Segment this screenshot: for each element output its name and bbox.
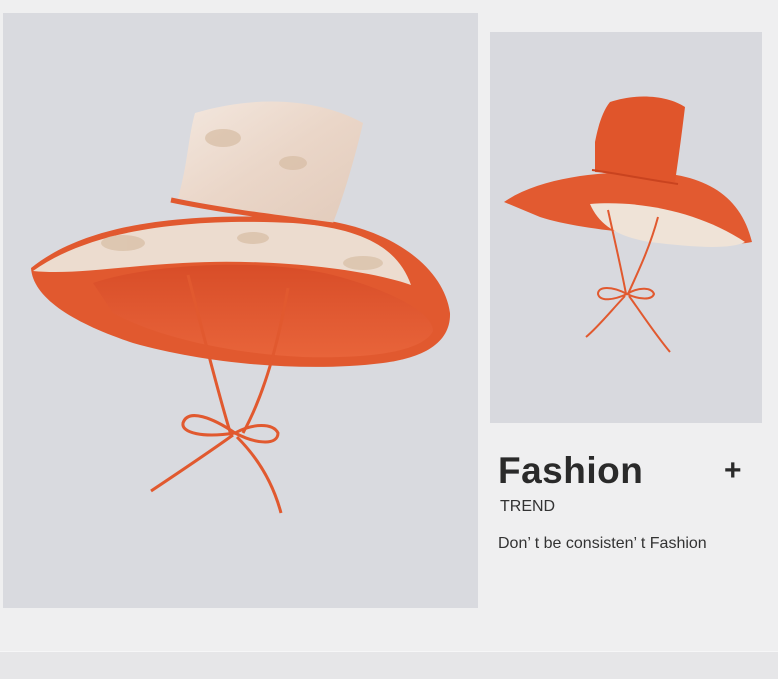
section-divider <box>0 651 778 679</box>
product-image-floral-hat <box>3 13 478 608</box>
floral-hat-illustration <box>31 101 451 514</box>
caption-subtitle: TREND <box>500 498 556 515</box>
caption-title: Fashion <box>498 450 644 491</box>
product-image-orange-hat <box>490 32 762 423</box>
orange-hat-illustration <box>504 96 752 353</box>
plus-icon: + <box>724 454 742 487</box>
caption-tagline: Don’ t be consisten’ t Fashion <box>498 535 707 552</box>
